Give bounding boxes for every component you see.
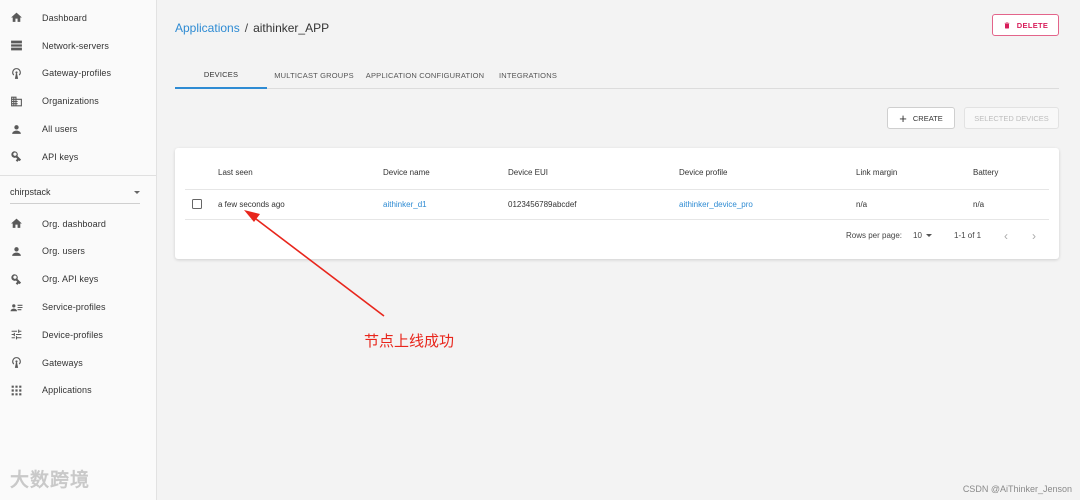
cell-battery: n/a [973, 200, 985, 209]
nav-applications[interactable]: Applications [0, 377, 156, 405]
cell-last-seen: a few seconds ago [218, 200, 285, 209]
nav-label: Organizations [42, 96, 99, 107]
breadcrumb: Applications / aithinker_APP [175, 21, 329, 35]
main-content: Applications / aithinker_APP DELETE DEVICE… [157, 0, 1080, 500]
server-icon [10, 39, 23, 52]
row-divider [185, 219, 1049, 220]
chevron-right-icon[interactable]: › [1032, 229, 1036, 243]
cell-device-name-link[interactable]: aithinker_d1 [383, 200, 427, 209]
nav-device-profiles[interactable]: Device-profiles [0, 321, 156, 349]
selected-devices-button[interactable]: SELECTED DEVICES [964, 107, 1059, 129]
cell-link-margin: n/a [856, 200, 868, 209]
user-icon [10, 123, 23, 136]
nav-gateways[interactable]: Gateways [0, 349, 156, 377]
rows-per-page-select[interactable]: 10 [913, 231, 922, 240]
tune-icon [10, 328, 23, 341]
nav-org-api-keys[interactable]: Org. API keys [0, 265, 156, 293]
nav-dashboard[interactable]: Dashboard [0, 4, 156, 32]
plus-icon: + [899, 110, 907, 126]
watermark-left: 大数跨境 [10, 469, 91, 491]
nav-label: Gateway-profiles [42, 68, 112, 79]
key-icon [10, 273, 23, 286]
home-icon [10, 11, 23, 24]
nav-label: Dashboard [42, 12, 87, 23]
breadcrumb-applications-link[interactable]: Applications [175, 21, 240, 35]
radio-tower-icon [10, 67, 23, 80]
delete-button[interactable]: DELETE [992, 14, 1059, 36]
create-label: CREATE [912, 113, 943, 123]
nav-label: Applications [42, 385, 92, 396]
column-header-last-seen[interactable]: Last seen [218, 168, 253, 177]
tab-devices[interactable]: DEVICES [175, 62, 267, 89]
sidebar-divider [0, 174, 156, 176]
column-header-device-eui[interactable]: Device EUI [508, 168, 548, 177]
chevron-down-icon[interactable] [926, 234, 932, 237]
delete-label: DELETE [1016, 20, 1049, 30]
selected-devices-label: SELECTED DEVICES [974, 113, 1049, 123]
nav-gateway-profiles[interactable]: Gateway-profiles [0, 60, 156, 88]
breadcrumb-separator: / [244, 21, 249, 35]
column-header-device-profile[interactable]: Device profile [679, 168, 727, 177]
nav-label: Org. API keys [42, 274, 99, 285]
row-checkbox[interactable] [192, 199, 202, 209]
nav-org-dashboard[interactable]: Org. dashboard [0, 210, 156, 238]
tab-multicast-groups[interactable]: MULTICAST GROUPS [267, 62, 361, 89]
annotation-text: 节点上线成功 [364, 332, 455, 350]
devices-table-card: Last seen Device name Device EUI Device … [175, 148, 1059, 259]
nav-label: Service-profiles [42, 302, 106, 313]
create-button[interactable]: + CREATE [887, 107, 955, 129]
tab-integrations[interactable]: INTEGRATIONS [489, 62, 567, 89]
header-divider [185, 189, 1049, 190]
cell-device-profile-link[interactable]: aithinker_device_pro [679, 200, 753, 209]
nav-label: Device-profiles [42, 329, 104, 340]
sidebar: Dashboard Network-servers Gateway-profil… [0, 0, 157, 500]
breadcrumb-current: aithinker_APP [253, 21, 330, 35]
chevron-down-icon [134, 190, 140, 194]
nav-all-users[interactable]: All users [0, 115, 156, 143]
column-header-link-margin[interactable]: Link margin [856, 168, 897, 177]
organization-select[interactable]: chirpstack [10, 182, 140, 204]
nav-api-keys[interactable]: API keys [0, 143, 156, 171]
chevron-left-icon[interactable]: ‹ [1004, 229, 1008, 243]
nav-label: Org. users [42, 246, 86, 257]
radio-tower-icon [10, 356, 23, 369]
nav-label: Network-servers [42, 40, 110, 51]
nav-label: Org. dashboard [42, 218, 106, 229]
cell-device-eui: 0123456789abcdef [508, 200, 577, 209]
nav-org-users[interactable]: Org. users [0, 238, 156, 266]
nav-service-profiles[interactable]: Service-profiles [0, 293, 156, 321]
nav-label: Gateways [42, 357, 83, 368]
column-header-device-name[interactable]: Device name [383, 168, 430, 177]
nav-network-servers[interactable]: Network-servers [0, 32, 156, 60]
nav-organizations[interactable]: Organizations [0, 87, 156, 115]
watermark-right: CSDN @AiThinker_Jenson [962, 484, 1072, 494]
rows-per-page-label: Rows per page: [846, 231, 903, 240]
key-icon [10, 150, 23, 163]
organization-select-value: chirpstack [10, 187, 51, 198]
nav-label: API keys [42, 151, 79, 162]
account-details-icon [10, 301, 23, 314]
tab-bar: DEVICES MULTICAST GROUPS APPLICATION CON… [175, 62, 1059, 89]
home-icon [10, 217, 23, 230]
column-header-battery[interactable]: Battery [973, 168, 998, 177]
trash-icon [1004, 22, 1010, 28]
nav-label: All users [42, 124, 78, 135]
user-icon [10, 245, 23, 258]
apps-grid-icon [10, 384, 23, 397]
domain-icon [10, 95, 23, 108]
page-range: 1-1 of 1 [954, 231, 982, 240]
tab-application-configuration[interactable]: APPLICATION CONFIGURATION [361, 62, 489, 89]
